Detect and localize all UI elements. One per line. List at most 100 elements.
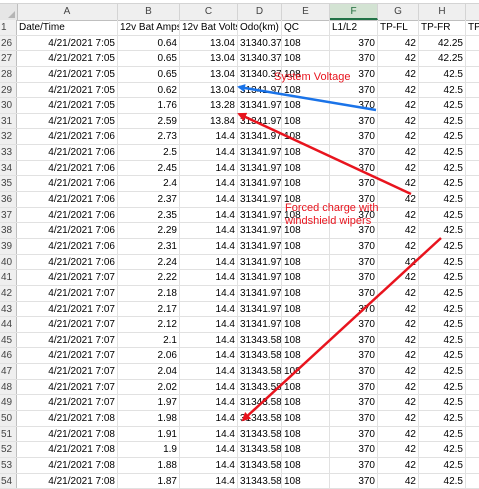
cell-h[interactable]: 42.5	[419, 66, 466, 82]
cell-d[interactable]: 31343.58	[238, 473, 282, 489]
cell-g[interactable]: 42	[378, 35, 419, 51]
cell-d[interactable]: 31341.97	[238, 160, 282, 176]
cell-f[interactable]: 370	[330, 348, 378, 364]
cell-a[interactable]: 4/21/2021 7:06	[17, 145, 118, 160]
cell-g[interactable]: 42	[378, 411, 419, 426]
cell-a[interactable]: 4/21/2021 7:05	[17, 82, 118, 98]
cell-h[interactable]: 42.5	[419, 113, 466, 129]
cell-a[interactable]: 4/21/2021 7:05	[17, 98, 118, 113]
cell-g[interactable]: 42	[378, 113, 419, 129]
cell-i[interactable]	[466, 98, 479, 113]
cell-a[interactable]: Date/Time	[17, 20, 118, 35]
cell-g[interactable]: 42	[378, 238, 419, 254]
cell-h[interactable]: 42.5	[419, 176, 466, 192]
cell-b[interactable]: 1.87	[118, 473, 180, 489]
row-number[interactable]: 29	[0, 82, 17, 98]
cell-c[interactable]: 13.04	[180, 82, 238, 98]
cell-i[interactable]	[466, 67, 479, 82]
cell-i[interactable]	[466, 333, 479, 348]
cell-a[interactable]: 4/21/2021 7:05	[17, 113, 118, 129]
cell-d[interactable]: 31341.97	[238, 176, 282, 192]
cell-f[interactable]: 370	[330, 145, 378, 160]
cell-i[interactable]	[466, 36, 479, 51]
cell-h[interactable]: 42.5	[419, 395, 466, 411]
row-number[interactable]: 48	[0, 379, 17, 395]
row-number[interactable]: 27	[0, 51, 17, 66]
cell-i[interactable]	[466, 176, 479, 191]
row-number[interactable]: 32	[0, 129, 17, 145]
cell-g[interactable]: 42	[378, 129, 419, 145]
cell-g[interactable]: 42	[378, 66, 419, 82]
cell-f[interactable]: 370	[330, 160, 378, 176]
column-header-i[interactable]	[466, 4, 479, 20]
row-number[interactable]: 31	[0, 113, 17, 129]
cell-c[interactable]: 14.4	[180, 160, 238, 176]
cell-e[interactable]: QC	[282, 20, 330, 35]
cell-a[interactable]: 4/21/2021 7:07	[17, 270, 118, 285]
cell-g[interactable]: 42	[378, 285, 419, 301]
cell-b[interactable]: 2.45	[118, 160, 180, 176]
cell-f[interactable]: 370	[330, 395, 378, 411]
cell-e[interactable]: 108	[282, 364, 330, 379]
cell-e[interactable]: 108	[282, 473, 330, 489]
cell-d[interactable]: 31341.97	[238, 98, 282, 113]
cell-h[interactable]: 42.5	[419, 473, 466, 489]
cell-f[interactable]: 370	[330, 254, 378, 270]
cell-g[interactable]: 42	[378, 395, 419, 411]
cell-c[interactable]: 14.4	[180, 301, 238, 317]
cell-e[interactable]: 108	[282, 332, 330, 348]
cell-f[interactable]: 370	[330, 301, 378, 317]
cell-h[interactable]: 42.5	[419, 317, 466, 332]
cell-a[interactable]: 4/21/2021 7:07	[17, 395, 118, 411]
row-number[interactable]: 33	[0, 145, 17, 160]
cell-d[interactable]: 31341.97	[238, 270, 282, 285]
cell-a[interactable]: 4/21/2021 7:06	[17, 254, 118, 270]
cell-a[interactable]: 4/21/2021 7:07	[17, 285, 118, 301]
cell-i[interactable]	[466, 348, 479, 363]
cell-b[interactable]: 1.9	[118, 442, 180, 457]
column-header-b[interactable]: B	[118, 4, 180, 20]
cell-i[interactable]	[466, 161, 479, 176]
cell-d[interactable]: 31343.58	[238, 411, 282, 426]
cell-e[interactable]: 108	[282, 442, 330, 457]
cell-i[interactable]	[466, 114, 479, 129]
cell-f[interactable]: 370	[330, 411, 378, 426]
cell-b[interactable]: 1.98	[118, 411, 180, 426]
row-number[interactable]: 26	[0, 35, 17, 51]
cell-i[interactable]	[466, 411, 479, 426]
cell-g[interactable]: 42	[378, 317, 419, 332]
cell-i[interactable]	[466, 302, 479, 317]
column-header-f[interactable]: F	[330, 4, 378, 20]
cell-d[interactable]: 31341.97	[238, 254, 282, 270]
cell-e[interactable]: 108	[282, 98, 330, 113]
column-header-c[interactable]: C	[180, 4, 238, 20]
cell-g[interactable]: 42	[378, 442, 419, 457]
cell-b[interactable]: 1.76	[118, 98, 180, 113]
cell-g[interactable]: 42	[378, 270, 419, 285]
cell-c[interactable]: 14.4	[180, 473, 238, 489]
cell-c[interactable]: 13.04	[180, 35, 238, 51]
cell-e[interactable]: 108	[282, 82, 330, 98]
cell-a[interactable]: 4/21/2021 7:07	[17, 332, 118, 348]
cell-f[interactable]: 370	[330, 457, 378, 473]
row-number[interactable]: 36	[0, 192, 17, 207]
cell-f[interactable]: 370	[330, 176, 378, 192]
row-number[interactable]: 39	[0, 238, 17, 254]
cell-e[interactable]: 108	[282, 457, 330, 473]
row-number[interactable]: 44	[0, 317, 17, 332]
cell-h[interactable]: 42.5	[419, 98, 466, 113]
cell-c[interactable]: 14.4	[180, 192, 238, 207]
column-header-g[interactable]: G	[378, 4, 419, 20]
cell-b[interactable]: 1.88	[118, 457, 180, 473]
cell-g[interactable]: 42	[378, 82, 419, 98]
cell-h[interactable]: 42.5	[419, 411, 466, 426]
cell-c[interactable]: 14.4	[180, 285, 238, 301]
cell-b[interactable]: 2.06	[118, 348, 180, 364]
cell-b[interactable]: 0.62	[118, 82, 180, 98]
cell-h[interactable]: 42.5	[419, 285, 466, 301]
cell-a[interactable]: 4/21/2021 7:08	[17, 442, 118, 457]
cell-a[interactable]: 4/21/2021 7:05	[17, 66, 118, 82]
cell-d[interactable]: 31341.97	[238, 82, 282, 98]
row-number[interactable]: 50	[0, 411, 17, 426]
row-number[interactable]: 43	[0, 301, 17, 317]
